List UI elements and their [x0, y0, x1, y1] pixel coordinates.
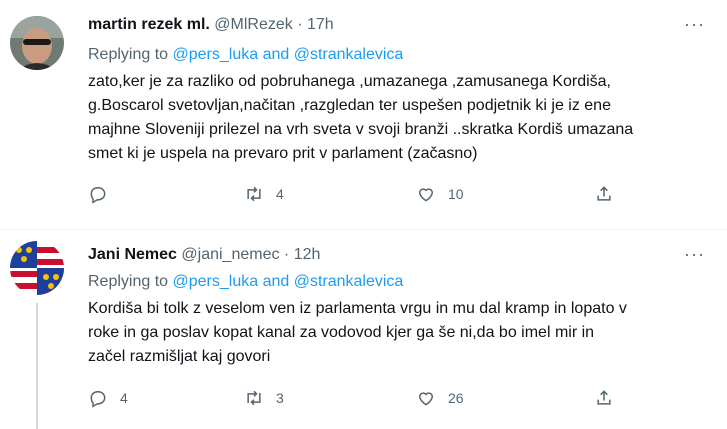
replying-to: Replying to @pers_luka and @strankalevic… — [88, 45, 403, 65]
user-handle[interactable]: @MlRezek — [214, 16, 292, 33]
separator-dot: · — [297, 16, 303, 33]
tweet-text-line: smet ki je uspela na prevaro prit v parl… — [88, 145, 478, 162]
tweet-text-line: Kordiša bi tolk z veselom ven iz parlame… — [88, 300, 627, 317]
retweet-count: 4 — [276, 186, 284, 202]
tweet-header: martin rezek ml. @MlRezek · 17h — [88, 15, 334, 35]
tweet-text: Kordiša bi tolk z veselom ven iz parlame… — [88, 297, 718, 369]
tweet[interactable]: martin rezek ml. @MlRezek · 17h ··· Repl… — [0, 0, 727, 230]
replying-to: Replying to @pers_luka and @strankalevic… — [88, 272, 403, 292]
like-icon — [418, 392, 434, 406]
tweet-actions: 4 3 26 — [88, 388, 648, 410]
like-count: 10 — [448, 186, 464, 202]
tweet-text-line: roke in ga poslav kopat kanal za vodovod… — [88, 324, 595, 341]
share-icon — [597, 390, 611, 405]
tweet-text-line: g.Boscarol svetovljan,načitan ,razgledan… — [88, 97, 611, 114]
user-handle[interactable]: @jani_nemec — [181, 246, 279, 263]
share-button[interactable] — [594, 184, 614, 204]
retweet-count: 3 — [276, 390, 284, 406]
more-icon[interactable]: ··· — [684, 244, 705, 265]
tweet-time[interactable]: 12h — [294, 246, 321, 263]
tweet-header: Jani Nemec @jani_nemec · 12h — [88, 245, 320, 265]
display-name[interactable]: martin rezek ml. — [88, 16, 210, 33]
display-name[interactable]: Jani Nemec — [88, 246, 177, 263]
replying-to-label: Replying to — [88, 46, 169, 63]
reply-mentions[interactable]: @pers_luka and @strankalevica — [173, 273, 404, 290]
share-icon — [597, 186, 611, 201]
tweet-actions: 4 10 — [88, 184, 648, 206]
like-count: 26 — [448, 390, 464, 406]
tweet-text-line: majhne Sloveniji prilezel na vrh sveta v… — [88, 121, 634, 138]
tweet-text: zato,ker je za razliko od pobruhanega ,u… — [88, 70, 718, 166]
like-icon — [418, 188, 434, 202]
retweet-button[interactable]: 3 — [244, 388, 284, 408]
like-button[interactable]: 10 — [416, 184, 464, 204]
tweet-text-line: zato,ker je za razliko od pobruhanega ,u… — [88, 73, 611, 90]
tweet-time[interactable]: 17h — [307, 16, 334, 33]
reply-icon — [90, 187, 106, 204]
separator-dot: · — [283, 246, 290, 263]
retweet-icon — [247, 390, 261, 406]
reply-button[interactable]: 4 — [88, 388, 128, 408]
replying-to-label: Replying to — [88, 273, 169, 290]
reply-count: 4 — [120, 390, 128, 406]
avatar[interactable] — [10, 241, 64, 295]
retweet-icon — [247, 186, 261, 202]
more-icon[interactable]: ··· — [684, 14, 705, 35]
like-button[interactable]: 26 — [416, 388, 464, 408]
share-button[interactable] — [594, 388, 614, 408]
thread-line — [36, 303, 38, 429]
reply-mentions[interactable]: @pers_luka and @strankalevica — [173, 46, 404, 63]
reply-icon — [90, 391, 106, 408]
reply-button[interactable] — [88, 184, 108, 204]
retweet-button[interactable]: 4 — [244, 184, 284, 204]
tweet-text-line: začel razmišljat kaj govori — [88, 348, 271, 365]
avatar[interactable] — [10, 16, 64, 70]
